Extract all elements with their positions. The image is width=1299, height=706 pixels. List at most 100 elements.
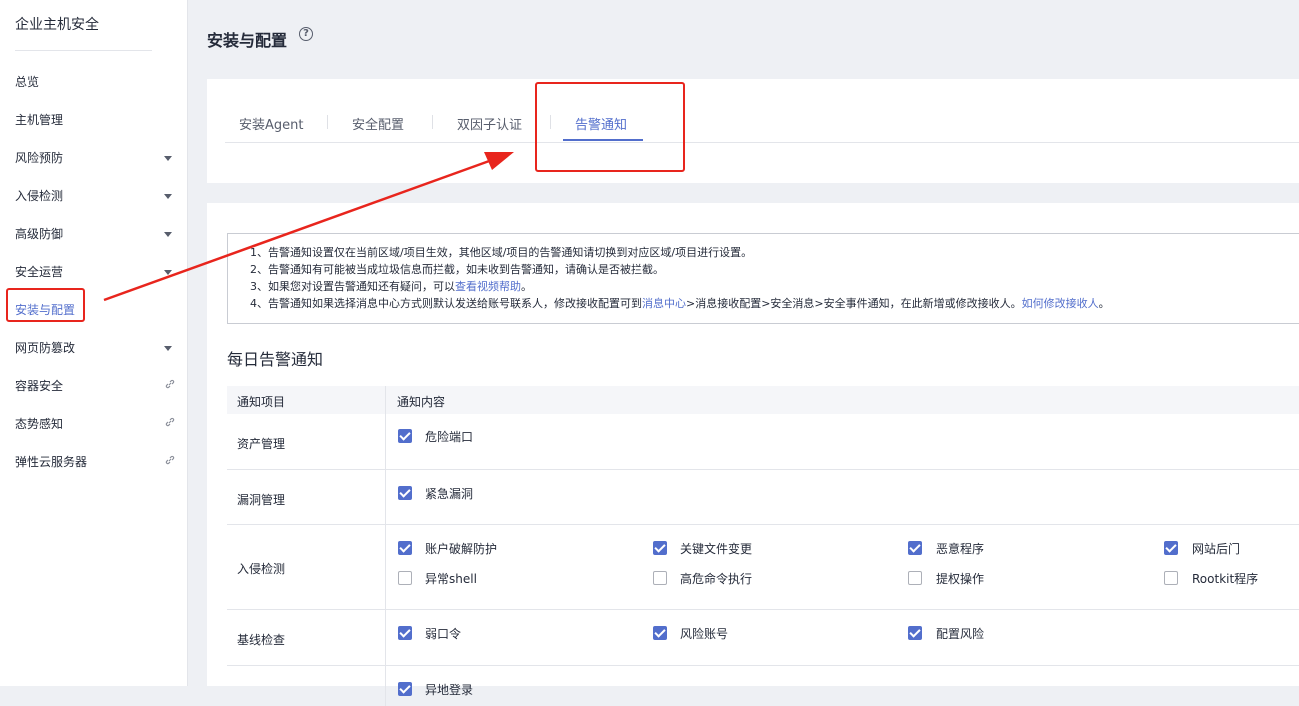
sidebar-item-web-tamper-protection[interactable]: 网页防篡改 <box>15 338 177 358</box>
column-header-item: 通知项目 <box>237 395 286 409</box>
sidebar-divider <box>15 50 152 51</box>
table-row: 入侵检测 账户破解防护 关键文件变更 恶意程序 网站后门 异常shell 高危命… <box>227 525 1299 610</box>
checkbox-label: Rootkit程序 <box>1192 572 1259 586</box>
table-header: 通知项目 通知内容 <box>227 386 1299 414</box>
checkbox-risky-account[interactable] <box>653 626 667 640</box>
sidebar-item-label: 入侵检测 <box>15 189 64 203</box>
checkbox-label: 恶意程序 <box>936 542 985 556</box>
sidebar-item-label: 态势感知 <box>15 417 64 431</box>
tab-divider <box>327 115 328 129</box>
table-row: 资产管理 危险端口 <box>227 414 1299 470</box>
checkbox-high-risk-cmd[interactable] <box>653 571 667 585</box>
checkbox-label: 高危命令执行 <box>680 572 753 586</box>
notice-text: 。 <box>1098 297 1110 310</box>
sidebar-item-host-management[interactable]: 主机管理 <box>15 110 177 130</box>
column-divider <box>385 414 386 469</box>
chevron-down-icon <box>164 194 172 199</box>
modify-recipient-link[interactable]: 如何修改接收人 <box>1022 297 1099 310</box>
notice-text: >消息接收配置>安全消息>安全事件通知，在此新增或修改接收人。 <box>686 297 1022 310</box>
checkbox-account-crack[interactable] <box>398 541 412 555</box>
tab-security-config[interactable]: 安全配置 <box>352 114 404 133</box>
checkbox-label: 紧急漏洞 <box>425 487 474 501</box>
checkbox-webshell[interactable] <box>1164 541 1178 555</box>
sidebar-item-risk-prevention[interactable]: 风险预防 <box>15 148 177 168</box>
checkbox-key-file-change[interactable] <box>653 541 667 555</box>
chevron-down-icon <box>164 270 172 275</box>
page-title: 安装与配置 <box>207 31 288 50</box>
checkbox-urgent-vuln[interactable] <box>398 486 412 500</box>
notice-text: 。 <box>521 280 532 293</box>
checkbox-label: 异常shell <box>425 572 477 586</box>
sidebar-item-label: 主机管理 <box>15 113 64 127</box>
row-label: 漏洞管理 <box>237 493 286 507</box>
checkbox-config-risk[interactable] <box>908 626 922 640</box>
sidebar-item-situation-awareness[interactable]: 态势感知 <box>15 414 177 434</box>
notification-table: 通知项目 通知内容 资产管理 危险端口 漏洞管理 紧急漏洞 入侵检测 账户破解防… <box>227 386 1299 706</box>
column-divider <box>385 386 386 414</box>
link-icon <box>165 379 175 389</box>
notice-text: 4、告警通知如果选择消息中心方式则默认发送给账号联系人，修改接收配置可到 <box>250 297 642 310</box>
column-divider <box>385 525 386 609</box>
annotation-box-sidebar <box>6 288 85 322</box>
table-row: 异地登录 <box>227 666 1299 706</box>
message-center-link[interactable]: 消息中心 <box>642 297 686 310</box>
row-label: 基线检查 <box>237 633 286 647</box>
checkbox-label: 提权操作 <box>936 572 985 586</box>
link-icon <box>165 455 175 465</box>
table-row: 漏洞管理 紧急漏洞 <box>227 470 1299 525</box>
checkbox-abnormal-shell[interactable] <box>398 571 412 585</box>
checkbox-label: 账户破解防护 <box>425 542 498 556</box>
checkbox-label: 关键文件变更 <box>680 542 753 556</box>
link-icon <box>165 417 175 427</box>
row-label: 入侵检测 <box>237 562 286 576</box>
video-help-link[interactable]: 查看视频帮助 <box>455 280 521 293</box>
column-divider <box>385 610 386 665</box>
checkbox-label: 配置风险 <box>936 627 985 641</box>
checkbox-malware[interactable] <box>908 541 922 555</box>
notice-line-2: 2、告警通知有可能被当成垃圾信息而拦截，如未收到告警通知，请确认是否被拦截。 <box>250 263 664 276</box>
sidebar-item-advanced-defense[interactable]: 高级防御 <box>15 224 177 244</box>
sidebar-item-label: 高级防御 <box>15 227 64 241</box>
tabs-baseline <box>225 142 1299 143</box>
sidebar-item-ecs[interactable]: 弹性云服务器 <box>15 452 177 472</box>
checkbox-dangerous-port[interactable] <box>398 429 412 443</box>
chevron-down-icon <box>164 156 172 161</box>
content-card: 1、告警通知设置仅在当前区域/项目生效，其他区域/项目的告警通知请切换到对应区域… <box>207 203 1299 706</box>
tab-install-agent[interactable]: 安装Agent <box>239 114 303 133</box>
sidebar-item-security-operations[interactable]: 安全运营 <box>15 262 177 282</box>
sidebar-item-container-security[interactable]: 容器安全 <box>15 376 177 396</box>
table-row: 基线检查 弱口令 风险账号 配置风险 <box>227 610 1299 666</box>
sidebar-item-label: 网页防篡改 <box>15 341 76 355</box>
sidebar: 企业主机安全 总览 主机管理 风险预防 入侵检测 高级防御 安全运营 安装与配置… <box>0 0 188 686</box>
section-title: 每日告警通知 <box>227 350 324 369</box>
notice-line-4: 4、告警通知如果选择消息中心方式则默认发送给账号联系人，修改接收配置可到消息中心… <box>250 295 1299 312</box>
chevron-down-icon <box>164 232 172 237</box>
sidebar-item-label: 安全运营 <box>15 265 64 279</box>
sidebar-item-label: 容器安全 <box>15 379 64 393</box>
checkbox-label: 风险账号 <box>680 627 729 641</box>
column-header-content: 通知内容 <box>397 395 446 409</box>
checkbox-weak-password[interactable] <box>398 626 412 640</box>
sidebar-item-label: 风险预防 <box>15 151 64 165</box>
sidebar-title: 企业主机安全 <box>15 17 99 33</box>
annotation-box-tab <box>535 82 685 172</box>
sidebar-item-intrusion-detection[interactable]: 入侵检测 <box>15 186 177 206</box>
checkbox-remote-login[interactable] <box>398 682 412 696</box>
notice-line-3: 3、如果您对设置告警通知还有疑问，可以查看视频帮助。 <box>250 278 1299 295</box>
column-divider <box>385 666 386 706</box>
column-divider <box>385 470 386 524</box>
sidebar-item-label: 总览 <box>15 75 40 89</box>
checkbox-label: 危险端口 <box>425 430 474 444</box>
checkbox-privilege-escalation[interactable] <box>908 571 922 585</box>
checkbox-rootkit[interactable] <box>1164 571 1178 585</box>
chevron-down-icon <box>164 346 172 351</box>
row-label: 资产管理 <box>237 437 286 451</box>
notice-line-1: 1、告警通知设置仅在当前区域/项目生效，其他区域/项目的告警通知请切换到对应区域… <box>250 246 753 259</box>
tabs-card: 安装Agent 安全配置 双因子认证 告警通知 <box>207 79 1299 183</box>
sidebar-item-overview[interactable]: 总览 <box>15 72 177 92</box>
notice-box: 1、告警通知设置仅在当前区域/项目生效，其他区域/项目的告警通知请切换到对应区域… <box>227 233 1299 324</box>
sidebar-item-label: 弹性云服务器 <box>15 455 88 469</box>
tab-two-factor-auth[interactable]: 双因子认证 <box>457 114 522 133</box>
help-icon[interactable]: ? <box>299 27 313 41</box>
notice-text: 3、如果您对设置告警通知还有疑问，可以 <box>250 280 455 293</box>
